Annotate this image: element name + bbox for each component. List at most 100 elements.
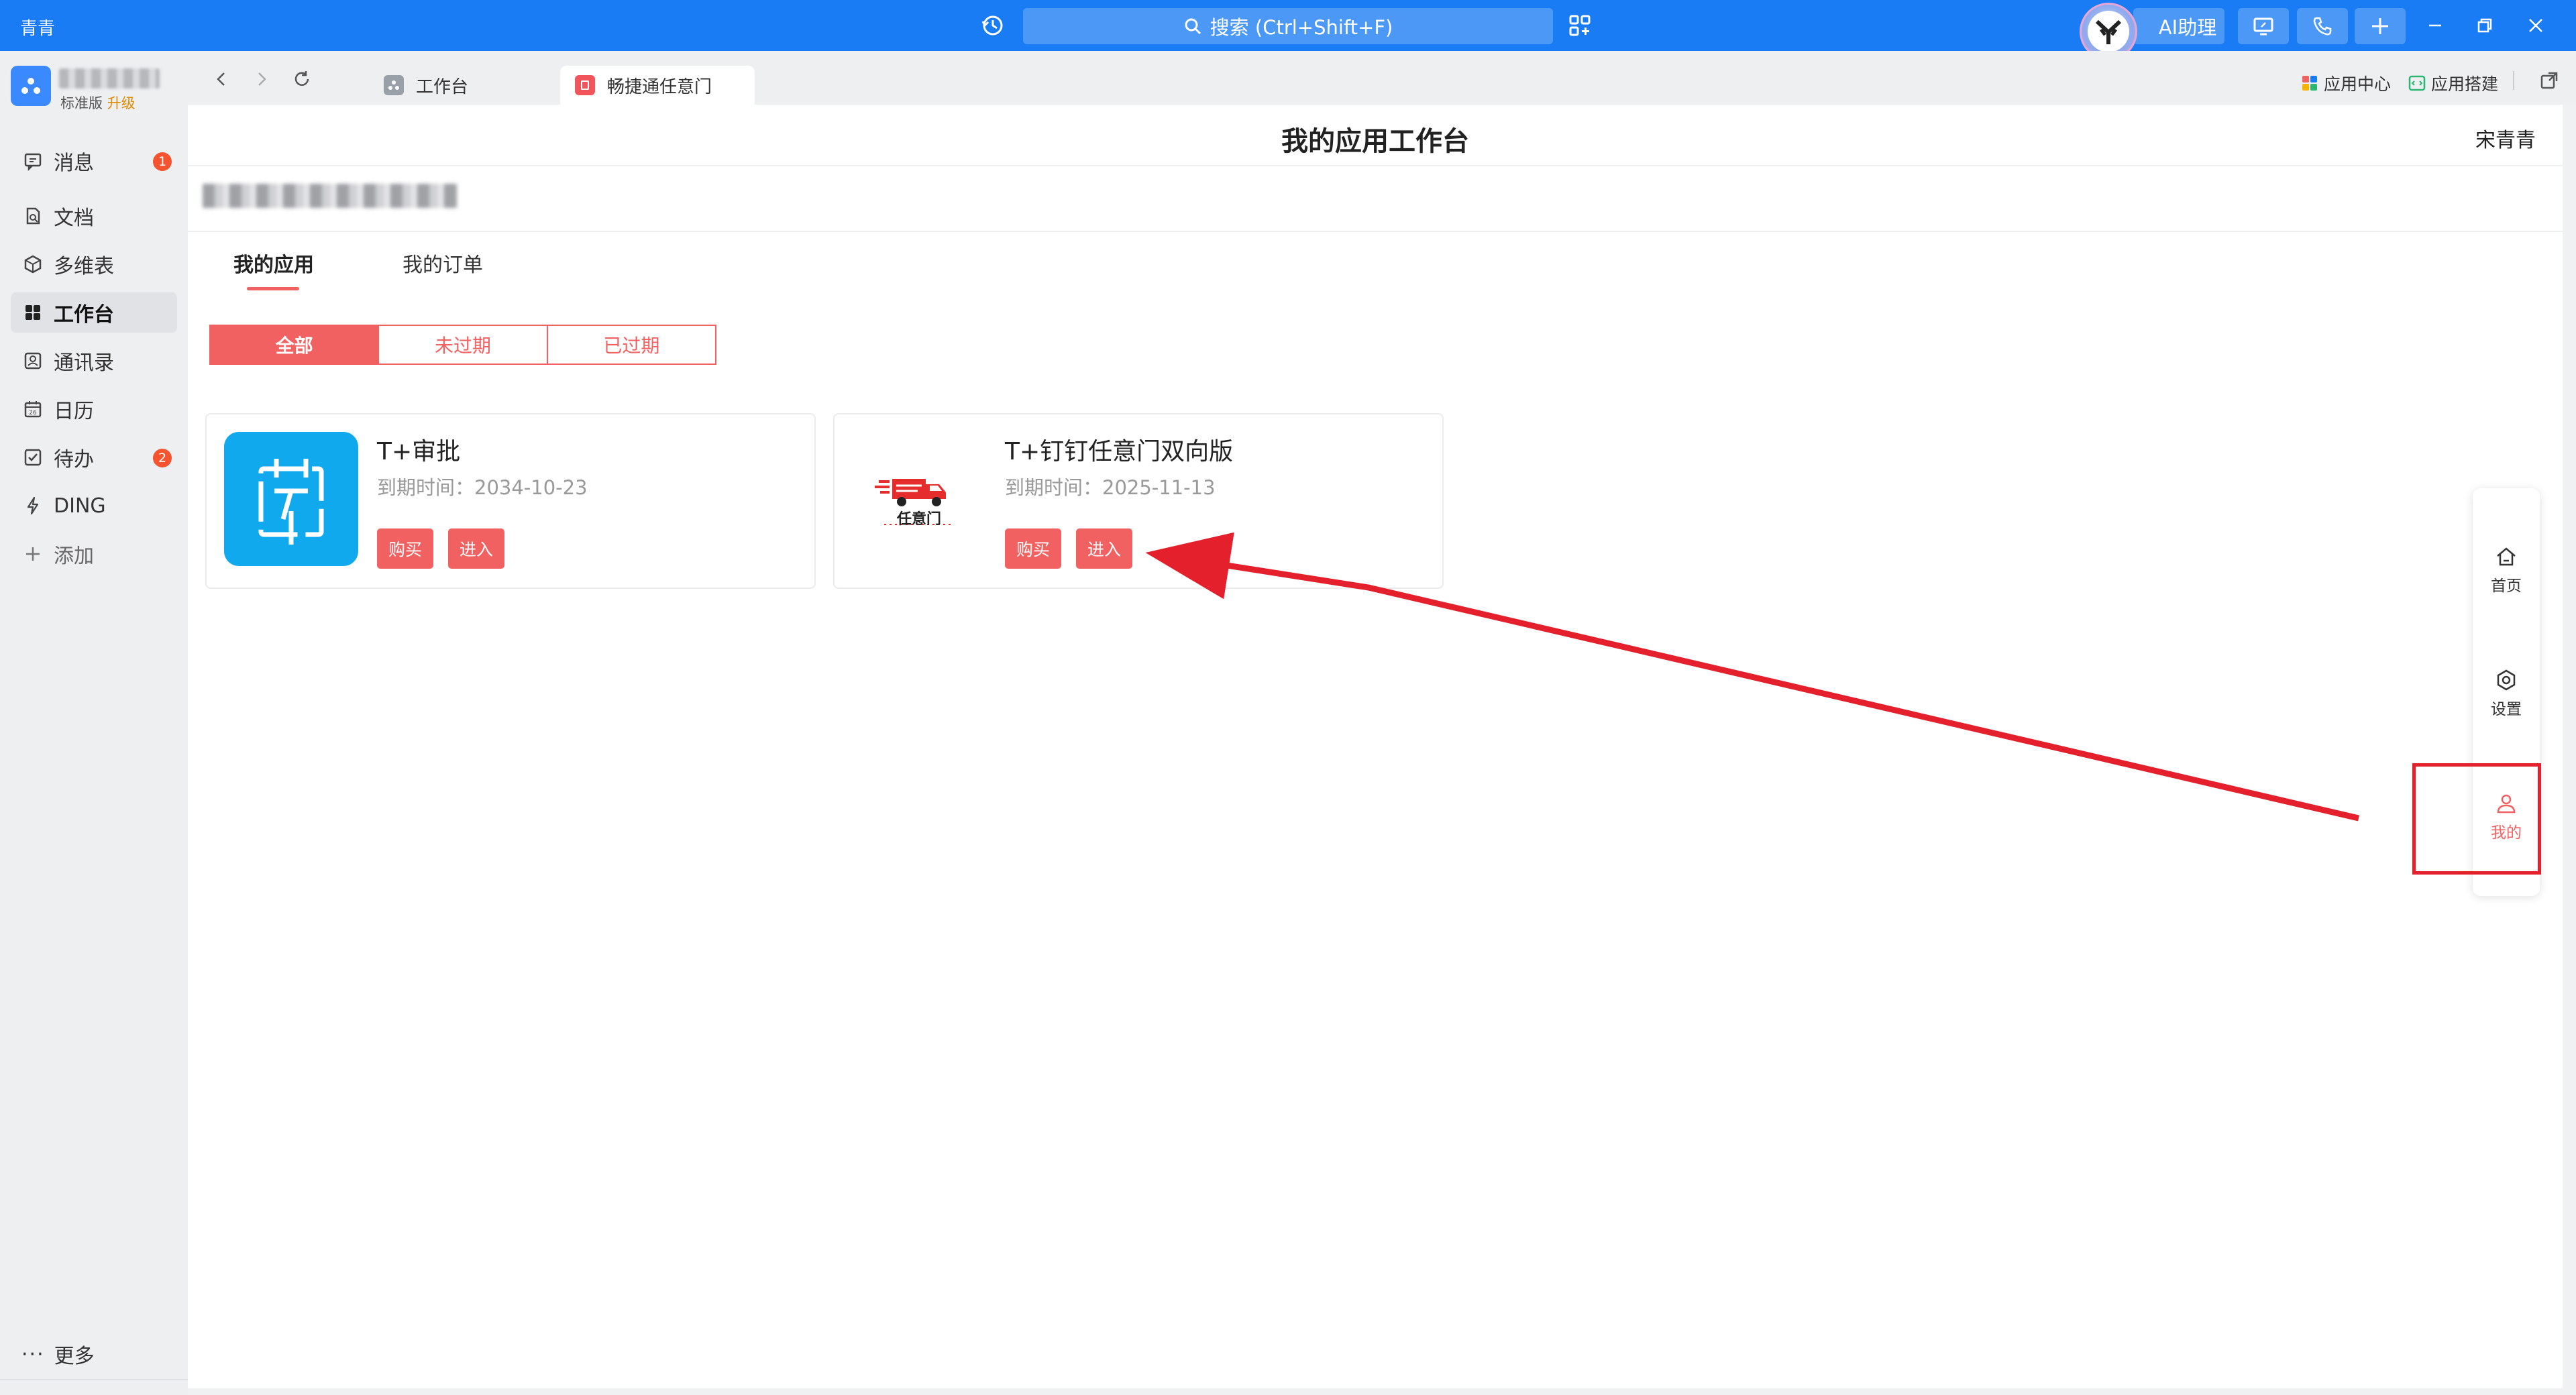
sidebar-item-todo[interactable]: 待办 2 — [11, 437, 177, 478]
filter-segmented-control: 全部 未过期 已过期 — [209, 325, 716, 365]
float-item-label: 设置 — [2491, 701, 2522, 718]
app-brand: 青青 — [20, 19, 56, 39]
call-button[interactable] — [2297, 8, 2348, 44]
float-item-settings[interactable]: 设置 — [2473, 660, 2540, 727]
sidebar-item-label: 多维表 — [54, 255, 114, 278]
sidebar-item-workbench[interactable]: 工作台 — [11, 292, 177, 333]
ai-assistant-button[interactable]: AI助理 — [2133, 8, 2224, 44]
expire-date: 到期时间：2025-11-13 — [1005, 476, 1216, 499]
tab-my-apps[interactable]: 我的应用 — [233, 248, 314, 278]
workbench-tab-icon — [384, 75, 404, 95]
app-card-renyimen: 任意门 T+钉钉任意门双向版 到期时间：2025-11-13 购买 进入 — [833, 413, 1444, 589]
tab-label: 工作台 — [416, 76, 469, 97]
sidebar-item-docs[interactable]: 文档 — [11, 196, 177, 236]
sidebar-item-ding[interactable]: DING — [11, 486, 177, 526]
sidebar-item-label: 消息 — [54, 152, 94, 175]
buy-button[interactable]: 购买 — [377, 528, 433, 569]
calendar-icon: 26 — [24, 401, 42, 418]
title-bar: 青青 搜索 (Ctrl+Shift+F) AI助理 — [0, 0, 2576, 60]
sidebar-divider — [0, 1379, 188, 1380]
lightning-icon — [27, 496, 39, 515]
enter-button[interactable]: 进入 — [1076, 528, 1132, 569]
search-icon — [1185, 18, 1201, 35]
renyimen-logo-text: 任意门 — [896, 511, 941, 528]
filter-not-expired[interactable]: 未过期 — [379, 326, 548, 364]
sidebar-item-multitable[interactable]: 多维表 — [11, 244, 177, 284]
tab-label: 畅捷通任意门 — [607, 76, 712, 97]
renyimen-tab-icon — [575, 75, 595, 95]
close-icon[interactable] — [2522, 12, 2549, 39]
tab-workbench[interactable]: 工作台 — [369, 66, 550, 105]
enter-button[interactable]: 进入 — [448, 528, 504, 569]
contacts-icon — [24, 352, 42, 370]
buy-button[interactable]: 购买 — [1005, 528, 1061, 569]
app-center-icon — [2302, 76, 2317, 91]
svg-text:26: 26 — [29, 410, 37, 416]
unread-badge: 1 — [153, 152, 172, 171]
apps-grid-icon[interactable] — [1566, 12, 1593, 39]
tab-bar: 工作台 畅捷通任意门 应用中心 应用搭建 — [188, 51, 2576, 105]
sidebar-item-label: DING — [54, 494, 106, 518]
app-name: T+钉钉任意门双向版 — [1005, 438, 1234, 465]
sidebar-item-add[interactable]: 添加 — [11, 534, 177, 574]
home-icon — [2497, 547, 2516, 566]
redacted-info — [203, 184, 458, 208]
tab-renyimen[interactable]: 畅捷通任意门 — [560, 66, 755, 105]
add-button[interactable] — [2355, 8, 2406, 44]
history-icon[interactable] — [979, 12, 1006, 39]
sidebar-item-label: 待办 — [54, 448, 94, 471]
renyimen-app-logo: 任意门 — [852, 432, 986, 566]
filter-all[interactable]: 全部 — [211, 326, 380, 364]
page-header: 我的应用工作台 宋青青 — [188, 105, 2563, 166]
app-build-link[interactable]: 应用搭建 — [2408, 71, 2498, 95]
open-external-icon[interactable] — [2536, 67, 2563, 94]
org-name-redacted — [59, 68, 160, 89]
screen-share-button[interactable] — [2238, 8, 2289, 44]
ai-assistant-label: AI助理 — [2158, 16, 2217, 39]
sidebar-more[interactable]: ··· 更多 — [11, 1337, 95, 1371]
refresh-icon[interactable] — [288, 66, 315, 93]
divider — [188, 231, 2563, 232]
page-title: 我的应用工作台 — [1281, 126, 1469, 157]
search-input[interactable]: 搜索 (Ctrl+Shift+F) — [1023, 8, 1553, 44]
todo-badge: 2 — [153, 449, 172, 467]
sidebar-item-label: 工作台 — [54, 303, 114, 327]
float-item-label: 首页 — [2491, 577, 2522, 595]
sidebar-item-contacts[interactable]: 通讯录 — [11, 341, 177, 381]
active-tab-underline — [247, 287, 299, 290]
restore-icon[interactable] — [2471, 12, 2498, 39]
org-logo-icon[interactable] — [11, 66, 51, 106]
annotation-highlight-box — [2412, 763, 2541, 875]
approval-app-icon — [224, 432, 358, 566]
org-plan: 标准版 升级 — [60, 93, 136, 113]
main-content: 我的应用工作台 宋青青 我的应用 我的订单 全部 未过期 已过期 T+审批 到期… — [188, 105, 2563, 1388]
more-dots-icon: ··· — [21, 1342, 45, 1366]
sidebar: 标准版 升级 消息 1 文档 多维表 工作台 通讯录 26 日历 待办 2 DI… — [0, 51, 188, 1395]
sidebar-item-label: 通讯录 — [54, 351, 114, 375]
back-icon[interactable] — [208, 66, 235, 93]
document-icon — [26, 207, 40, 225]
workbench-icon — [25, 305, 40, 320]
float-item-home[interactable]: 首页 — [2473, 537, 2540, 604]
upgrade-link[interactable]: 升级 — [107, 95, 136, 111]
app-center-link[interactable]: 应用中心 — [2301, 71, 2391, 95]
tab-my-orders[interactable]: 我的订单 — [402, 248, 483, 278]
table-icon — [24, 255, 42, 274]
plus-icon — [26, 547, 40, 561]
app-build-label: 应用搭建 — [2431, 74, 2499, 94]
sidebar-item-label: 文档 — [54, 207, 94, 230]
sidebar-item-calendar[interactable]: 26 日历 — [11, 389, 177, 429]
expire-date: 到期时间：2034-10-23 — [377, 476, 588, 499]
user-name[interactable]: 宋青青 — [2475, 123, 2536, 153]
settings-icon — [2497, 669, 2516, 691]
sidebar-item-messages[interactable]: 消息 1 — [11, 141, 177, 181]
forward-icon[interactable] — [248, 66, 275, 93]
filter-expired[interactable]: 已过期 — [547, 326, 715, 364]
todo-icon — [24, 449, 42, 466]
minimize-icon[interactable] — [2422, 12, 2449, 39]
app-name: T+审批 — [377, 438, 461, 465]
search-placeholder: 搜索 (Ctrl+Shift+F) — [1210, 16, 1393, 39]
sidebar-item-label: 添加 — [54, 545, 94, 568]
org-plan-label: 标准版 — [60, 95, 103, 111]
app-center-label: 应用中心 — [2324, 74, 2392, 94]
